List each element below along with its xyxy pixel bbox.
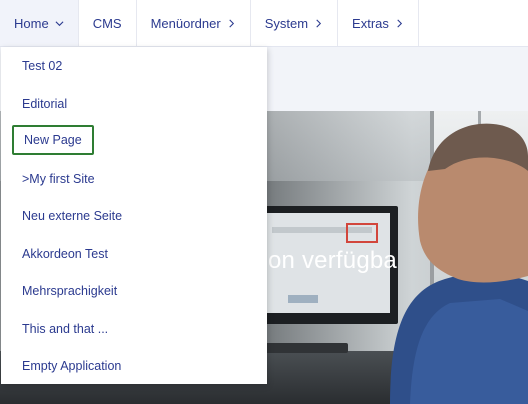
nav-item-label: Menüordner bbox=[150, 15, 221, 31]
nav-item-label: Home bbox=[14, 15, 49, 31]
dropdown-item-my-first-site[interactable]: >My first Site bbox=[22, 172, 95, 186]
dropdown-item-editorial[interactable]: Editorial bbox=[22, 97, 67, 111]
chevron-down-icon bbox=[55, 20, 64, 26]
chevron-right-icon bbox=[397, 19, 402, 27]
nav-item-system[interactable]: System bbox=[251, 0, 339, 46]
home-dropdown-menu: Test 02 Editorial New Page >My first Sit… bbox=[1, 47, 267, 384]
dropdown-item-new-page[interactable]: New Page bbox=[12, 125, 94, 155]
nav-item-label: Extras bbox=[352, 15, 389, 31]
nav-item-home[interactable]: Home bbox=[0, 0, 79, 46]
dropdown-item-akkordeon-test[interactable]: Akkordeon Test bbox=[22, 247, 108, 261]
nav-item-cms[interactable]: CMS bbox=[79, 0, 137, 46]
nav-item-label: System bbox=[264, 15, 309, 31]
nav-item-menuordner[interactable]: Menüordner bbox=[137, 0, 251, 46]
dropdown-item-empty-application[interactable]: Empty Application bbox=[22, 359, 121, 373]
dropdown-item-neu-externe-seite[interactable]: Neu externe Seite bbox=[22, 209, 122, 223]
chevron-right-icon bbox=[316, 19, 322, 27]
chevron-right-icon bbox=[229, 19, 234, 27]
dropdown-item-test-02[interactable]: Test 02 bbox=[22, 59, 62, 73]
nav-item-extras[interactable]: Extras bbox=[338, 0, 419, 46]
nav-item-label: CMS bbox=[92, 15, 122, 31]
hero-keyboard bbox=[258, 343, 348, 353]
main-navigation: Home CMS Menüordner System Extras bbox=[0, 0, 528, 47]
dropdown-item-mehrsprachigkeit[interactable]: Mehrsprachigkeit bbox=[22, 284, 117, 298]
hero-headline: on verfügba bbox=[268, 247, 397, 274]
dropdown-item-this-and-that[interactable]: This and that ... bbox=[22, 322, 108, 336]
